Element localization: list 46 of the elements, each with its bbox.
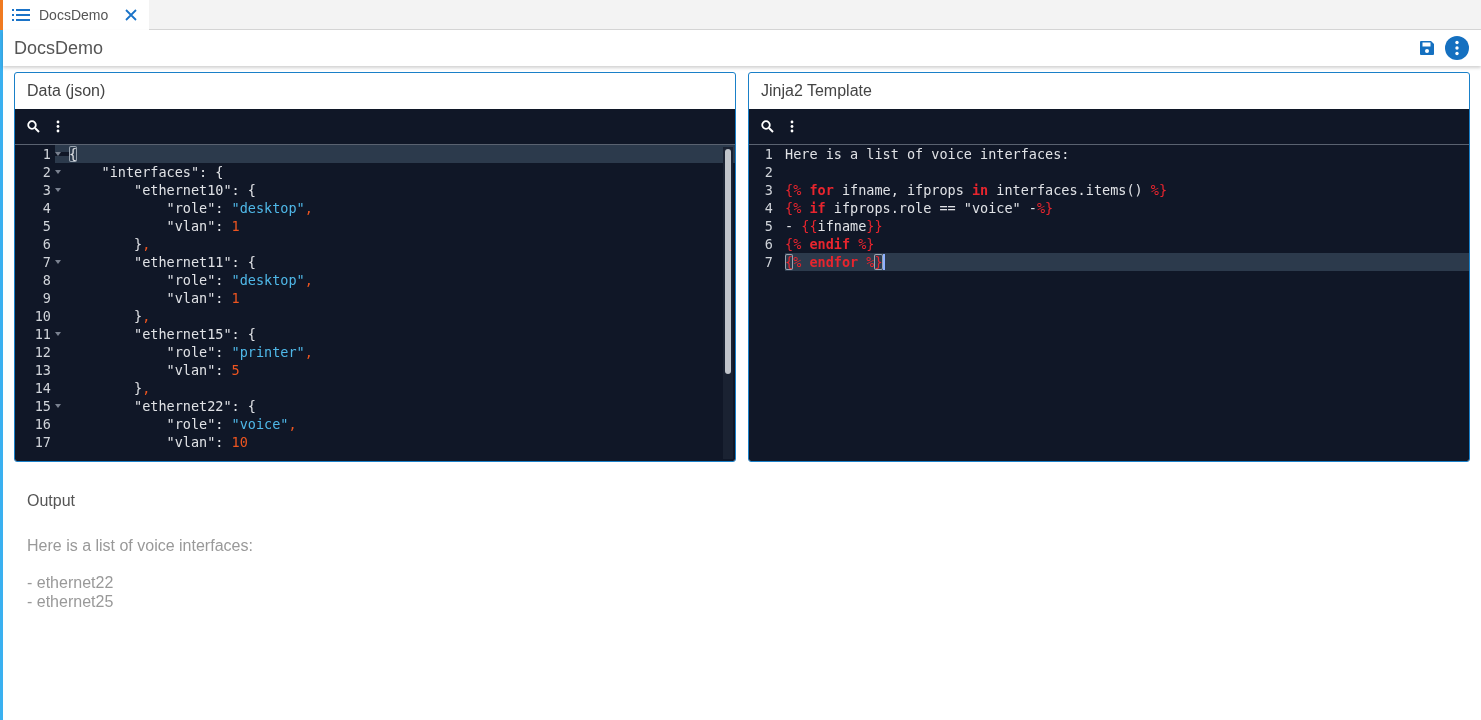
fold-arrow-icon[interactable] [55,152,61,156]
panel-title: Data (json) [26,81,107,101]
output-text: - ethernet25 [27,592,115,611]
code-line: "ethernet22": { [133,397,256,415]
fold-arrow-icon[interactable] [55,332,61,336]
code-line: - {{ifname}} [785,217,883,235]
editor-tab[interactable]: DocsDemo [0,0,150,30]
code-line: "vlan": 10 [165,433,248,451]
list-icon [12,8,30,22]
more-icon[interactable] [56,120,60,133]
panel-title: Jinja2 Template [760,81,873,101]
code-line: }, [133,307,151,325]
code-line: Here is a list of voice interfaces: [785,145,1070,163]
code-line: "role": "desktop", [165,271,313,289]
code-line: {% for ifname, ifprops in interfaces.items() %} [785,181,1168,199]
code-line: "vlan": 1 [165,289,240,307]
code-line: "role": "desktop", [165,199,313,217]
code-line: "role": "printer", [165,343,313,361]
close-icon[interactable] [125,9,138,21]
code-line: }, [133,235,151,253]
output-title: Output [27,492,77,510]
code-line: "interfaces": { [100,163,224,181]
output-text: - ethernet22 [27,573,115,592]
code-line: }, [133,379,151,397]
fold-arrow-icon[interactable] [55,260,61,264]
code-line: "ethernet11": { [133,253,256,271]
scrollbar[interactable] [723,147,733,459]
search-icon[interactable] [761,120,774,133]
page-title: DocsDemo [14,37,104,59]
code-line: "ethernet10": { [133,181,256,199]
output-text: Here is a list of voice interfaces: [27,536,254,555]
code-line: "ethernet15": { [133,325,256,343]
fold-arrow-icon[interactable] [55,170,61,174]
fold-arrow-icon[interactable] [55,404,61,408]
search-icon[interactable] [27,120,40,133]
fold-arrow-icon[interactable] [55,188,61,192]
code-line: {% endif %} [785,235,875,253]
code-line: {% if ifprops.role == "voice" -%} [785,199,1054,217]
code-line: "role": "voice", [165,415,297,433]
code-line: { [69,145,78,163]
save-icon[interactable] [1419,40,1435,56]
code-line: "vlan": 5 [165,361,240,379]
code-line: "vlan": 1 [165,217,240,235]
line-number: 1 [15,145,55,163]
more-icon[interactable] [790,120,794,133]
line-number: 7 [749,253,785,271]
